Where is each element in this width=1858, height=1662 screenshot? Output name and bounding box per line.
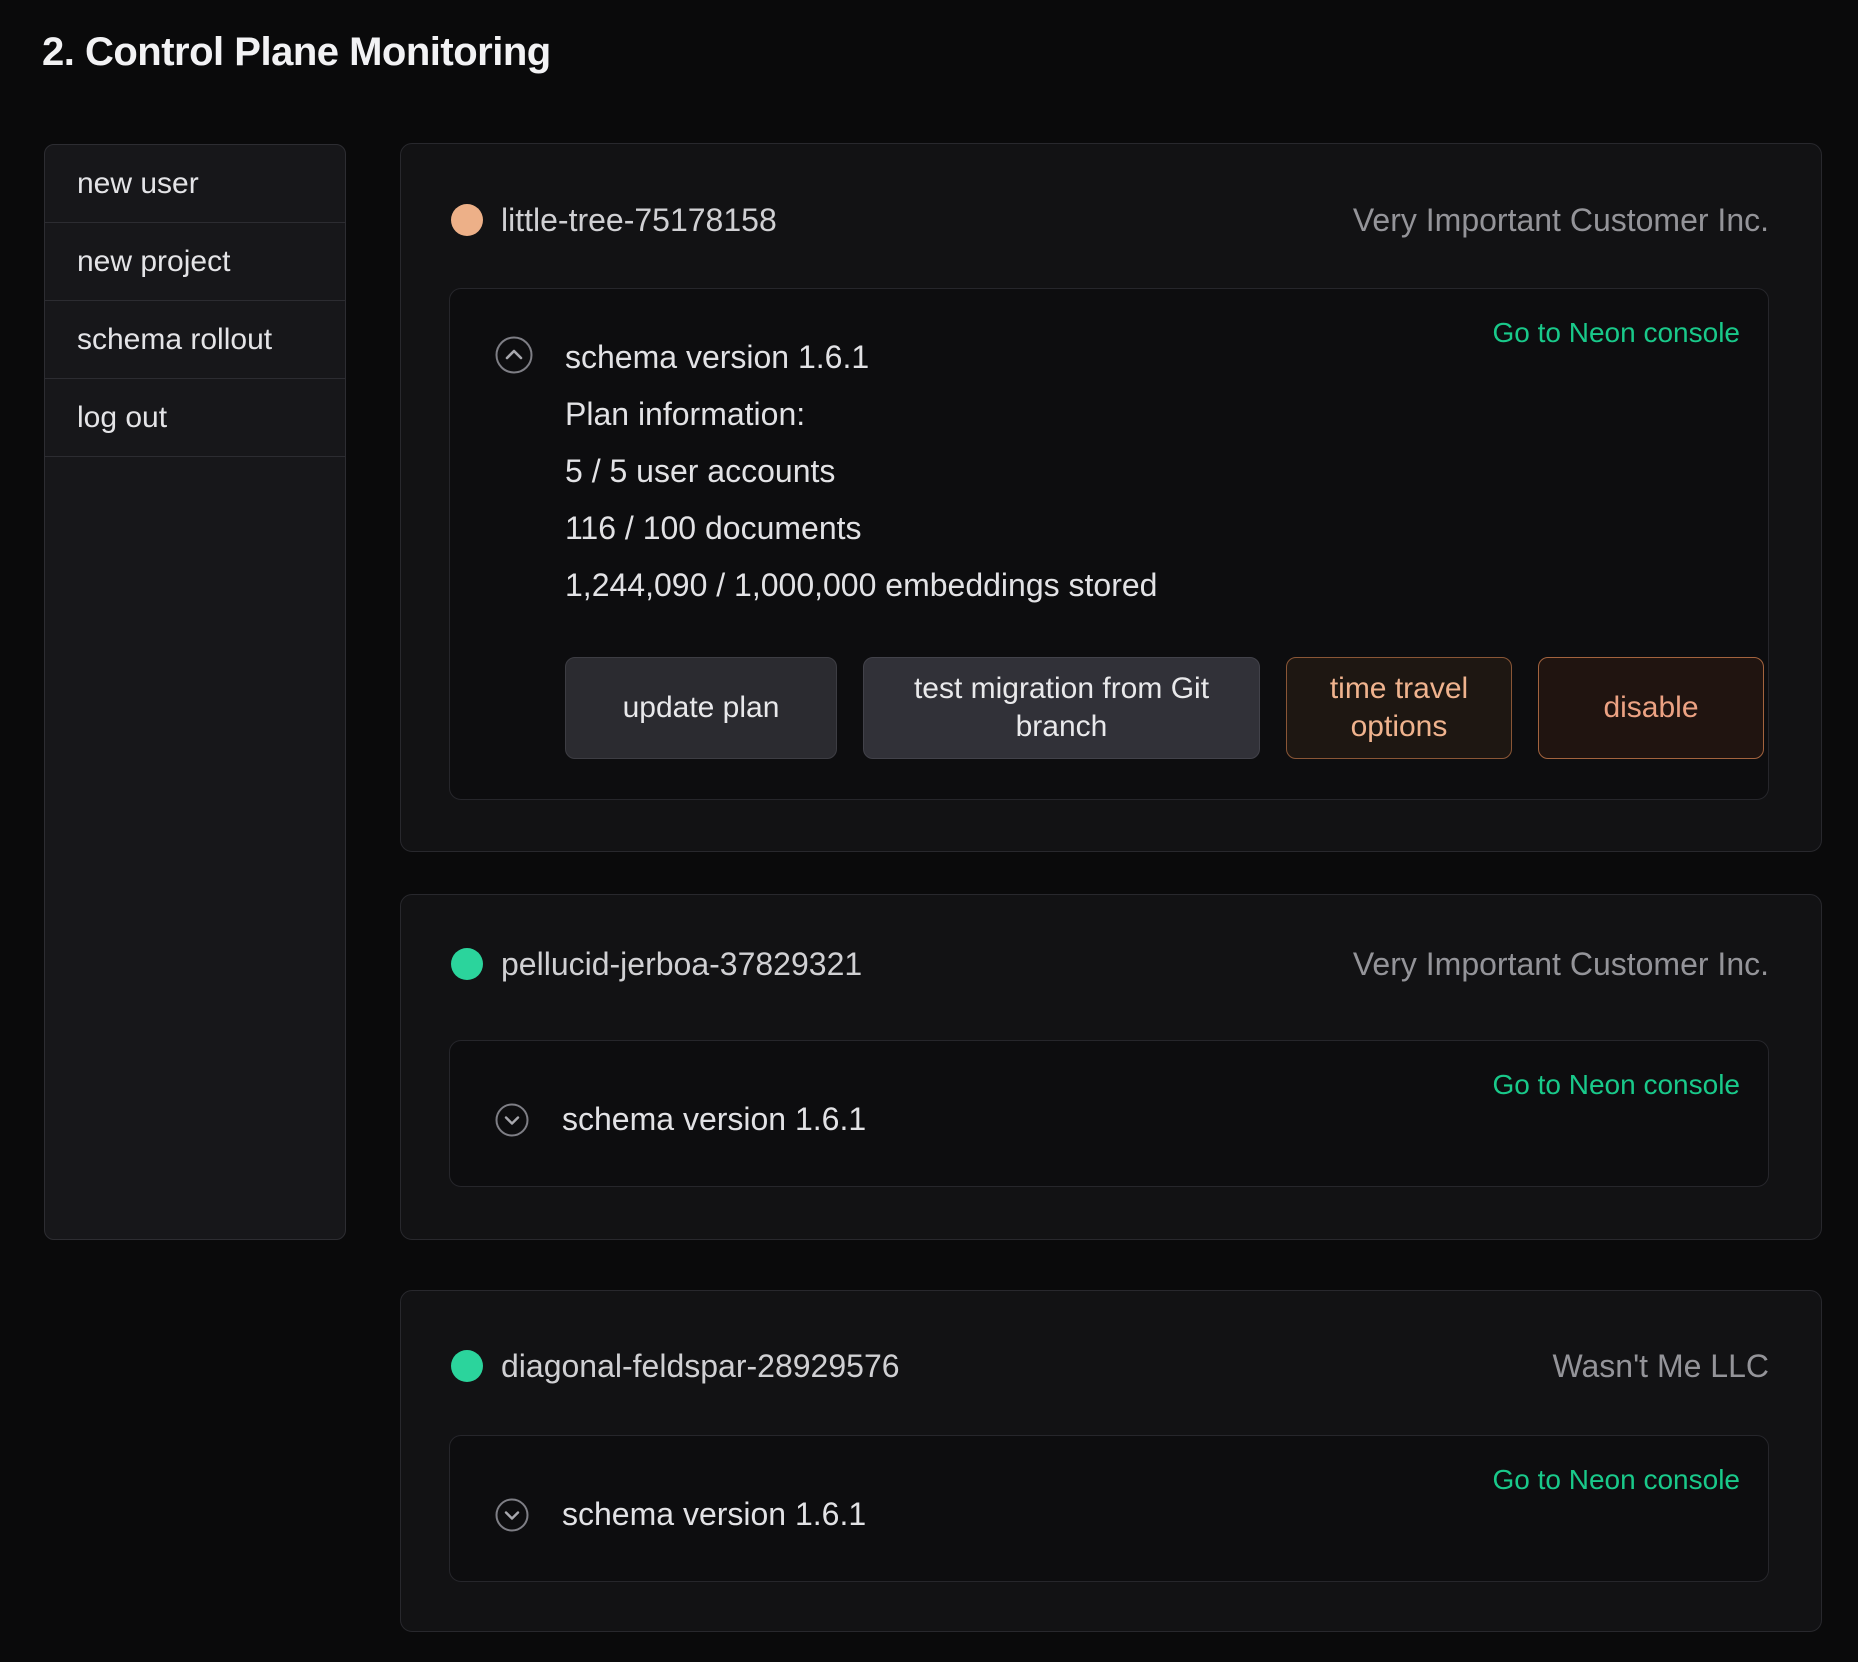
chevron-down-icon <box>495 1103 529 1137</box>
project-card-header: diagonal-feldspar-28929576 Wasn't Me LLC <box>451 1346 1769 1386</box>
project-card-header: little-tree-75178158 Very Important Cust… <box>451 200 1769 240</box>
project-detail-panel: Go to Neon console schema version 1.6.1 <box>449 1435 1769 1582</box>
user-accounts-usage: 5 / 5 user accounts <box>565 443 1157 500</box>
chevron-down-icon <box>495 1498 529 1532</box>
sidebar-item-schema-rollout[interactable]: schema rollout <box>45 301 345 379</box>
schema-version-text: schema version 1.6.1 <box>562 1496 866 1533</box>
collapse-toggle[interactable] <box>495 336 533 374</box>
test-migration-button[interactable]: test migration from Git branch <box>863 657 1260 759</box>
plan-details: schema version 1.6.1 Plan information: 5… <box>565 329 1157 614</box>
schema-version-text: schema version 1.6.1 <box>565 329 1157 386</box>
project-detail-panel: Go to Neon console schema version 1.6.1 <box>449 1040 1769 1187</box>
update-plan-button[interactable]: update plan <box>565 657 837 759</box>
project-card-pellucid-jerboa: pellucid-jerboa-37829321 Very Important … <box>400 894 1822 1240</box>
disable-button[interactable]: disable <box>1538 657 1764 759</box>
go-to-neon-console-link[interactable]: Go to Neon console <box>1493 1069 1741 1101</box>
chevron-up-icon <box>495 336 533 374</box>
project-card-little-tree: little-tree-75178158 Very Important Cust… <box>400 143 1822 852</box>
sidebar-item-label: new user <box>77 167 199 201</box>
go-to-neon-console-link[interactable]: Go to Neon console <box>1493 1464 1741 1496</box>
control-plane-monitoring-page: 2. Control Plane Monitoring new user new… <box>0 0 1858 1662</box>
status-dot-green <box>451 1350 483 1382</box>
sidebar-item-label: log out <box>77 401 167 435</box>
expand-toggle[interactable] <box>495 1498 529 1532</box>
sidebar-item-log-out[interactable]: log out <box>45 379 345 457</box>
customer-name: Very Important Customer Inc. <box>1353 202 1769 239</box>
schema-version-text: schema version 1.6.1 <box>562 1101 866 1138</box>
plan-information-label: Plan information: <box>565 386 1157 443</box>
sidebar-item-label: new project <box>77 245 230 279</box>
embeddings-usage: 1,244,090 / 1,000,000 embeddings stored <box>565 557 1157 614</box>
project-name: little-tree-75178158 <box>501 202 777 239</box>
sidebar-item-new-project[interactable]: new project <box>45 223 345 301</box>
documents-usage: 116 / 100 documents <box>565 500 1157 557</box>
project-detail-panel: Go to Neon console schema version 1.6.1 … <box>449 288 1769 800</box>
status-dot-orange <box>451 204 483 236</box>
time-travel-options-button[interactable]: time travel options <box>1286 657 1512 759</box>
expand-toggle[interactable] <box>495 1103 529 1137</box>
schema-version-row: schema version 1.6.1 <box>495 1496 866 1533</box>
sidebar-item-new-user[interactable]: new user <box>45 145 345 223</box>
sidebar-item-label: schema rollout <box>77 323 272 357</box>
customer-name: Wasn't Me LLC <box>1552 1348 1769 1385</box>
go-to-neon-console-link[interactable]: Go to Neon console <box>1493 317 1741 349</box>
sidebar: new user new project schema rollout log … <box>44 144 346 1240</box>
project-card-header: pellucid-jerboa-37829321 Very Important … <box>451 944 1769 984</box>
project-name: pellucid-jerboa-37829321 <box>501 946 862 983</box>
project-card-diagonal-feldspar: diagonal-feldspar-28929576 Wasn't Me LLC… <box>400 1290 1822 1632</box>
schema-version-row: schema version 1.6.1 <box>495 1101 866 1138</box>
status-dot-green <box>451 948 483 980</box>
plan-actions: update plan test migration from Git bran… <box>565 657 1764 759</box>
page-title: 2. Control Plane Monitoring <box>42 30 551 75</box>
project-name: diagonal-feldspar-28929576 <box>501 1348 900 1385</box>
customer-name: Very Important Customer Inc. <box>1353 946 1769 983</box>
